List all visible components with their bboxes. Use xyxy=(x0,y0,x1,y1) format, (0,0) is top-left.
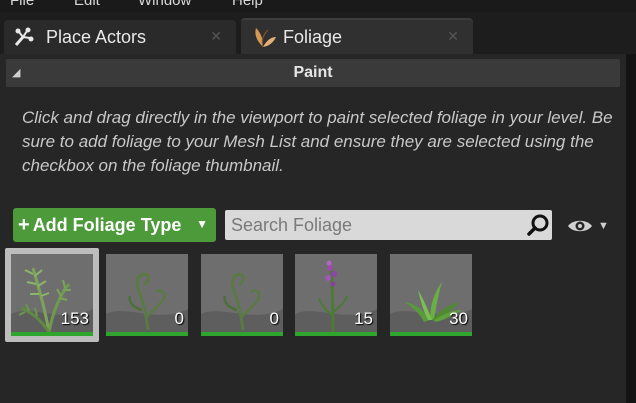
foliage-thumbnail[interactable]: 153 xyxy=(5,248,99,342)
tab-foliage[interactable]: Foliage ✕ xyxy=(241,18,473,54)
foliage-thumbnail[interactable]: 15 xyxy=(289,248,383,342)
foliage-thumbnail[interactable]: 0 xyxy=(195,248,289,342)
menu-help[interactable]: Help xyxy=(232,0,263,9)
active-indicator xyxy=(11,332,93,336)
search-box xyxy=(225,210,552,240)
close-icon[interactable]: ✕ xyxy=(210,28,222,45)
chevron-down-icon: ▼ xyxy=(598,220,609,232)
close-icon[interactable]: ✕ xyxy=(447,28,459,45)
menu-window[interactable]: Window xyxy=(138,0,191,9)
active-indicator xyxy=(390,332,472,336)
instance-count: 30 xyxy=(449,309,468,328)
plus-icon: + xyxy=(18,214,30,236)
active-indicator xyxy=(201,332,283,336)
search-input[interactable] xyxy=(231,213,521,237)
active-indicator xyxy=(106,332,188,336)
tab-strip: Place Actors ✕ Foliage ✕ xyxy=(0,12,636,54)
add-foliage-type-button[interactable]: + Add Foliage Type ▼ xyxy=(13,208,216,242)
foliage-thumbnail[interactable]: 0 xyxy=(100,248,194,342)
foliage-panel: ◢ Paint Click and drag directly in the v… xyxy=(0,54,626,403)
menu-file[interactable]: File xyxy=(10,0,34,9)
search-icon[interactable] xyxy=(526,213,550,237)
paint-section-header[interactable]: ◢ Paint xyxy=(6,59,620,87)
view-options-button[interactable]: ▼ xyxy=(566,215,616,237)
eye-icon xyxy=(568,220,592,232)
menu-edit[interactable]: Edit xyxy=(74,0,100,9)
tab-place-actors[interactable]: Place Actors ✕ xyxy=(4,20,236,54)
menu-bar: File Edit Window Help xyxy=(0,0,636,12)
instance-count: 0 xyxy=(174,309,184,328)
tab-label: Foliage xyxy=(283,26,343,47)
chevron-down-icon: ▼ xyxy=(196,217,208,231)
instance-count: 153 xyxy=(60,309,89,328)
instance-count: 15 xyxy=(354,309,373,328)
paint-instructions: Click and drag directly in the viewport … xyxy=(22,108,613,175)
section-title: Paint xyxy=(293,64,333,81)
instance-count: 0 xyxy=(269,309,279,328)
place-actors-icon xyxy=(14,27,34,46)
tab-label: Place Actors xyxy=(46,26,147,47)
add-foliage-type-label: Add Foliage Type xyxy=(32,214,182,235)
active-indicator xyxy=(295,332,377,336)
panel-edge xyxy=(626,54,636,403)
foliage-thumbnail[interactable]: 30 xyxy=(384,248,478,342)
foliage-icon xyxy=(255,28,276,48)
